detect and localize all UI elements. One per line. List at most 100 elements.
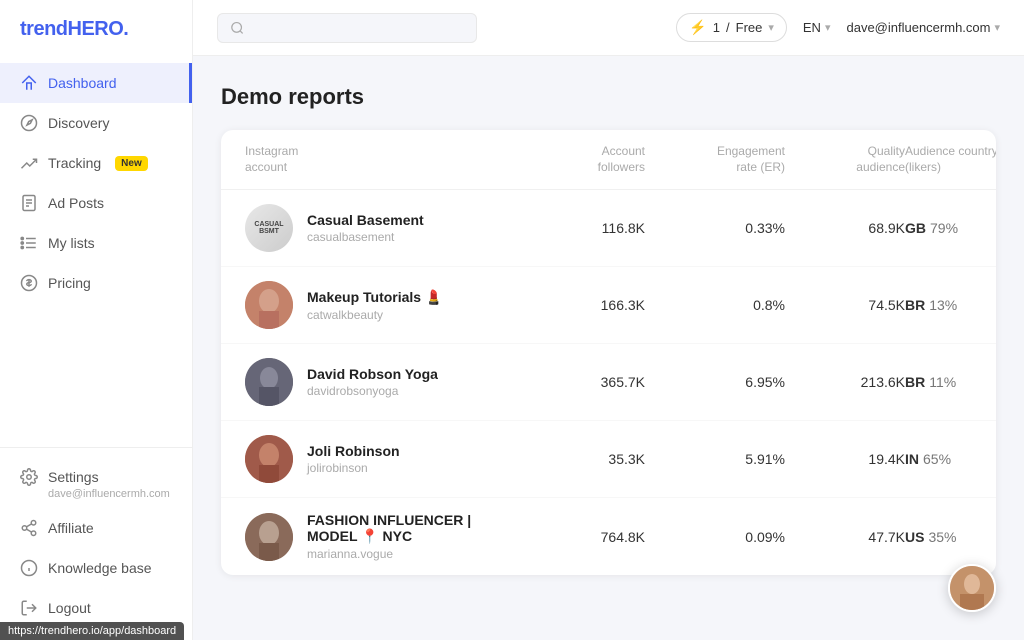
country-code: BR [905, 374, 925, 390]
country-cell: US 35% [905, 529, 996, 545]
table-row: Makeup Tutorials 💄 catwalkbeauty 166.3K … [221, 267, 996, 344]
sidebar-nav: Dashboard Discovery Tracking New Ad Post… [0, 59, 192, 447]
sidebar-item-my-lists[interactable]: My lists [0, 223, 192, 263]
th-country: Audience country(likers) [905, 144, 996, 175]
account-info: Casual Basement casualbasement [307, 212, 424, 244]
followers-value: 35.3K [525, 451, 645, 467]
country-pct: 11% [929, 374, 956, 390]
reports-table-card: Instagramaccount Accountfollowers Engage… [221, 130, 996, 575]
country-cell: BR 11% [905, 374, 996, 390]
account-handle: davidrobsonyoga [307, 384, 438, 398]
country-cell: GB 79% [905, 220, 996, 236]
account-info: Makeup Tutorials 💄 catwalkbeauty [307, 289, 442, 322]
quality-value: 68.9K [785, 220, 905, 236]
user-menu[interactable]: dave@influencermh.com ▾ [846, 20, 1000, 35]
topbar: ⚡ 1 / Free ▾ EN ▾ dave@influencermh.com … [193, 0, 1024, 56]
logo-accent: HERO [68, 18, 124, 40]
account-name: Makeup Tutorials 💄 [307, 289, 442, 306]
lang-chevron-icon: ▾ [825, 21, 831, 34]
avatar: CASUALBSMT [245, 204, 293, 252]
logout-icon [20, 599, 38, 617]
tracking-new-badge: New [115, 156, 148, 171]
th-engagement: Engagementrate (ER) [645, 144, 785, 175]
settings-label: Settings [48, 469, 99, 485]
sidebar-item-affiliate[interactable]: Affiliate [0, 508, 192, 548]
engagement-value: 0.09% [645, 529, 785, 545]
search-input[interactable] [252, 20, 464, 36]
avatar [245, 435, 293, 483]
share-icon [20, 519, 38, 537]
account-handle: catwalkbeauty [307, 308, 442, 322]
quality-value: 213.6K [785, 374, 905, 390]
sidebar-label-affiliate: Affiliate [48, 520, 94, 536]
account-cell-joli-robinson[interactable]: Joli Robinson jolirobinson [245, 435, 525, 483]
main-content: ⚡ 1 / Free ▾ EN ▾ dave@influencermh.com … [193, 0, 1024, 640]
sidebar-item-pricing[interactable]: Pricing [0, 263, 192, 303]
sidebar-label-pricing: Pricing [48, 275, 91, 291]
country-cell: BR 13% [905, 297, 996, 313]
table-row: David Robson Yoga davidrobsonyoga 365.7K… [221, 344, 996, 421]
plan-count: 1 [713, 20, 720, 35]
quality-value: 74.5K [785, 297, 905, 313]
sidebar-item-dashboard[interactable]: Dashboard [0, 63, 192, 103]
sidebar-item-knowledge-base[interactable]: Knowledge base [0, 548, 192, 588]
list-icon [20, 234, 38, 252]
country-cell: IN 65% [905, 451, 996, 467]
user-email: dave@influencermh.com [846, 20, 990, 35]
th-quality: Qualityaudience [785, 144, 905, 175]
account-cell-fashion-influencer[interactable]: FASHION INFLUENCER | MODEL 📍 NYC mariann… [245, 512, 525, 561]
engagement-value: 6.95% [645, 374, 785, 390]
account-name: FASHION INFLUENCER | MODEL 📍 NYC [307, 512, 525, 545]
account-handle: marianna.vogue [307, 547, 525, 561]
engagement-value: 0.33% [645, 220, 785, 236]
topbar-right: ⚡ 1 / Free ▾ EN ▾ dave@influencermh.com … [676, 13, 1000, 42]
sidebar-label-dashboard: Dashboard [48, 75, 117, 91]
avatar [245, 358, 293, 406]
engagement-value: 5.91% [645, 451, 785, 467]
table-header: Instagramaccount Accountfollowers Engage… [221, 130, 996, 190]
country-code: GB [905, 220, 926, 236]
followers-value: 116.8K [525, 220, 645, 236]
quality-value: 47.7K [785, 529, 905, 545]
sidebar-item-tracking[interactable]: Tracking New [0, 143, 192, 183]
account-info: Joli Robinson jolirobinson [307, 443, 400, 475]
plan-badge[interactable]: ⚡ 1 / Free ▾ [676, 13, 787, 42]
country-pct: 13% [929, 297, 957, 313]
sidebar-label-discovery: Discovery [48, 115, 109, 131]
sidebar-label-ad-posts: Ad Posts [48, 195, 104, 211]
floating-user-avatar[interactable] [948, 564, 996, 612]
country-pct: 35% [928, 529, 956, 545]
followers-value: 764.8K [525, 529, 645, 545]
country-code: US [905, 529, 924, 545]
lightning-icon: ⚡ [689, 19, 706, 36]
search-bar[interactable] [217, 13, 477, 43]
avatar [245, 513, 293, 561]
account-info: David Robson Yoga davidrobsonyoga [307, 366, 438, 398]
language-label: EN [803, 20, 821, 35]
sidebar-item-settings[interactable]: Settings dave@influencermh.com [0, 460, 192, 508]
avatar-image [245, 513, 293, 561]
sidebar-item-discovery[interactable]: Discovery [0, 103, 192, 143]
url-bar: https://trendhero.io/app/dashboard [0, 622, 184, 640]
sidebar-label-tracking: Tracking [48, 155, 101, 171]
account-name: Joli Robinson [307, 443, 400, 459]
file-text-icon [20, 194, 38, 212]
country-code: BR [905, 297, 925, 313]
plan-chevron-icon: ▾ [768, 21, 774, 34]
country-pct: 65% [923, 451, 951, 467]
plan-separator: / [726, 20, 730, 35]
avatar-image [245, 281, 293, 329]
account-cell-david-robson[interactable]: David Robson Yoga davidrobsonyoga [245, 358, 525, 406]
search-icon [230, 20, 244, 36]
language-selector[interactable]: EN ▾ [803, 20, 831, 35]
account-cell-makeup-tutorials[interactable]: Makeup Tutorials 💄 catwalkbeauty [245, 281, 525, 329]
avatar [245, 281, 293, 329]
account-name: Casual Basement [307, 212, 424, 228]
sidebar-item-ad-posts[interactable]: Ad Posts [0, 183, 192, 223]
account-cell-casual-basement[interactable]: CASUALBSMT Casual Basement casualbasemen… [245, 204, 525, 252]
account-handle: casualbasement [307, 230, 424, 244]
dollar-icon [20, 274, 38, 292]
trending-up-icon [20, 154, 38, 172]
sidebar-label-logout: Logout [48, 600, 91, 616]
th-followers: Accountfollowers [525, 144, 645, 175]
